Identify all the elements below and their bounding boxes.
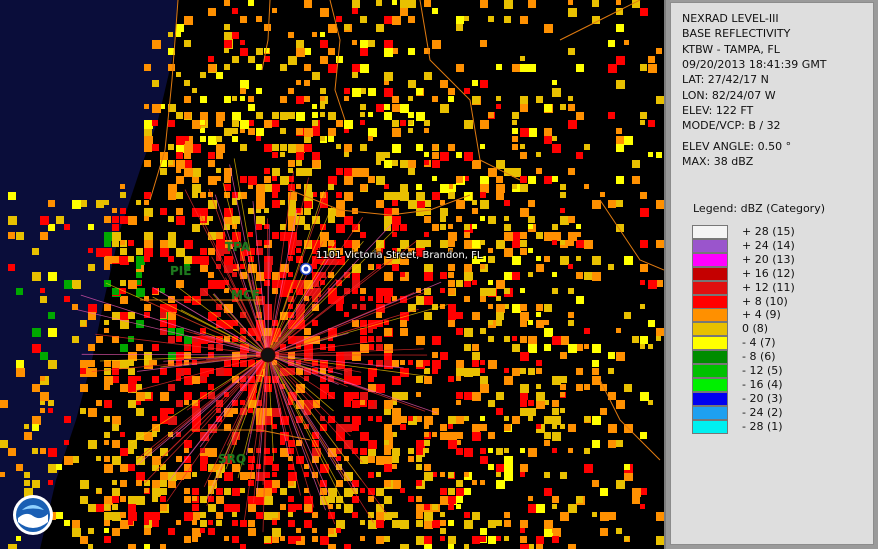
legend-label: - 20 (3) (742, 391, 783, 405)
legend-label: - 8 (6) (742, 350, 776, 364)
legend-swatch (692, 308, 728, 323)
legend-swatch (692, 322, 728, 337)
legend-label: + 12 (11) (742, 280, 795, 294)
city-label-mcf: MCF (231, 288, 260, 302)
info-panel: NEXRAD LEVEL-III BASE REFLECTIVITY KTBW - … (670, 2, 874, 545)
info-line: NEXRAD LEVEL-III (682, 12, 779, 25)
legend-swatch (692, 238, 728, 253)
city-label-srq: SRQ (218, 452, 247, 466)
info-line: BASE REFLECTIVITY (682, 27, 791, 41)
legend-swatch (692, 405, 728, 420)
legend-label: - 24 (2) (742, 405, 783, 419)
radar-reflectivity-layer (0, 0, 664, 549)
radar-map[interactable]: TPA PIE MCF SRQ 1101 Victoria Street, Br… (0, 0, 666, 549)
info-line: MODE/VCP: B / 32 (682, 119, 781, 133)
city-label-tpa: TPA (225, 240, 251, 254)
legend-label: - 16 (4) (742, 377, 783, 391)
legend-label: + 4 (9) (742, 308, 781, 322)
legend-swatch (692, 266, 728, 281)
info-line: 09/20/2013 18:41:39 GMT (682, 57, 827, 71)
info-line: LON: 82/24/07 W (682, 88, 776, 102)
legend-swatch (692, 225, 728, 239)
info-line: ELEV: 122 FT (682, 103, 754, 117)
legend-swatch (692, 252, 728, 267)
legend-swatch (692, 336, 728, 351)
legend-swatch (692, 364, 728, 378)
legend-label: + 24 (14) (742, 238, 795, 252)
info-line: ELEV ANGLE: 0.50 ° (682, 140, 792, 153)
legend-label: - 4 (7) (742, 336, 776, 350)
legend-swatch (692, 280, 728, 295)
legend-swatch (692, 377, 728, 392)
info-line: LAT: 27/42/17 N (682, 73, 769, 87)
legend-label: + 20 (13) (742, 252, 795, 266)
legend-swatch (692, 391, 728, 406)
city-label-pie: PIE (170, 264, 192, 278)
legend-label: - 12 (5) (742, 364, 783, 377)
legend-title: Legend: dBZ (Category) (693, 202, 825, 215)
legend-label: + 28 (15) (742, 225, 795, 238)
legend-label: - 28 (1) (742, 419, 783, 433)
legend-swatch (692, 419, 728, 434)
info-line: MAX: 38 dBZ (682, 155, 754, 169)
location-marker-icon[interactable] (299, 262, 313, 276)
legend-swatch (692, 294, 728, 309)
legend-swatch (692, 350, 728, 365)
legend-label: + 16 (12) (742, 266, 795, 280)
legend-label: + 8 (10) (742, 294, 788, 308)
address-label: 1101 Victoria Street, Brandon, FL (316, 250, 483, 261)
noaa-logo-icon (13, 495, 53, 535)
info-line: KTBW - TAMPA, FL (682, 42, 780, 56)
legend-label: 0 (8) (742, 322, 769, 336)
